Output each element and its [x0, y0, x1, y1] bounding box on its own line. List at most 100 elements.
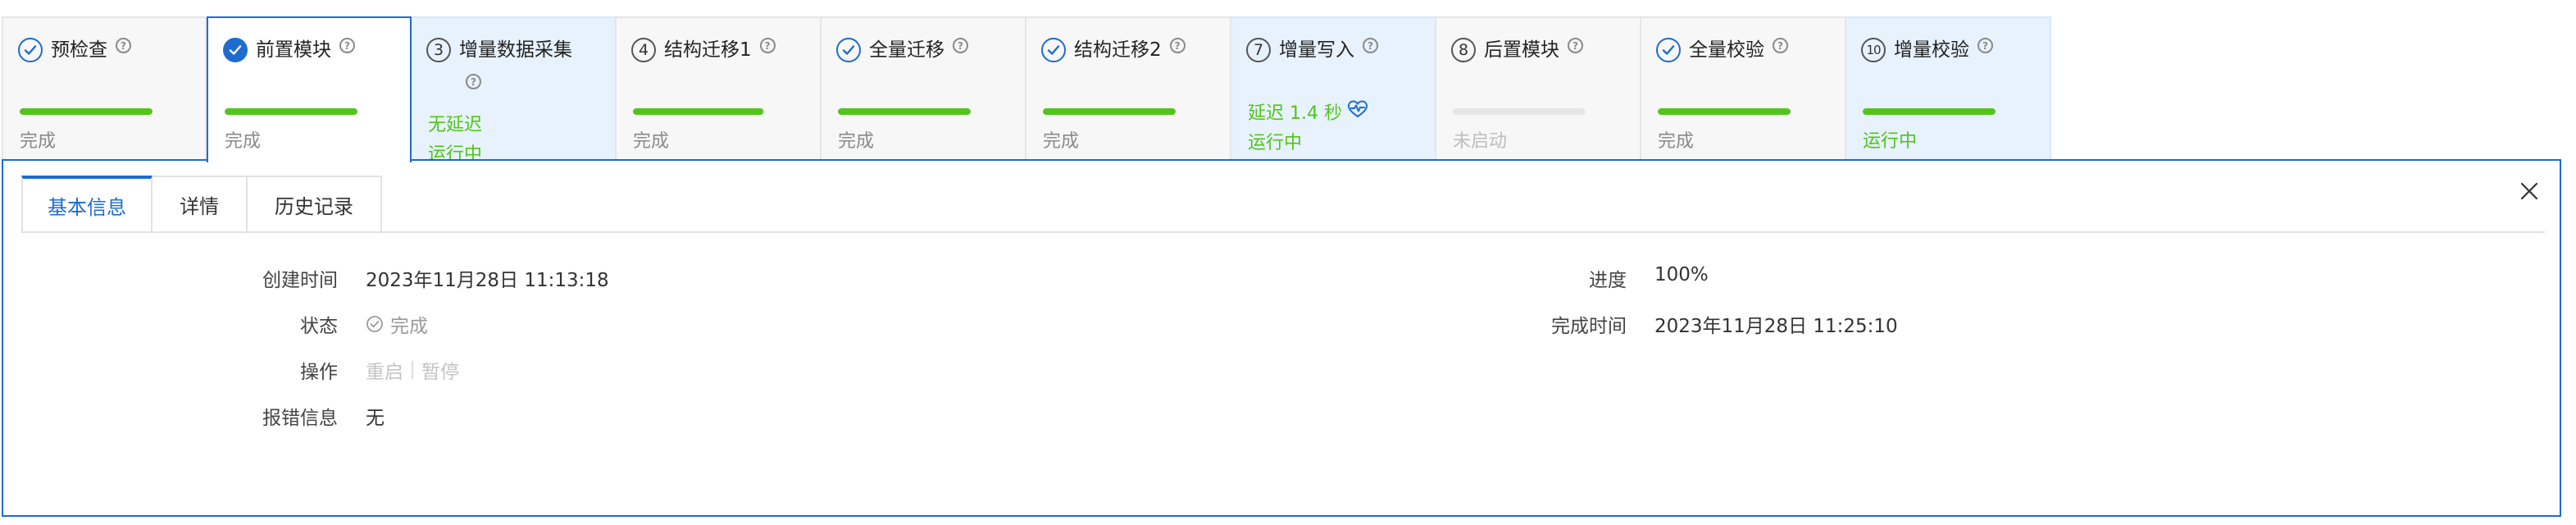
- step-number-badge: 3: [426, 38, 451, 62]
- check-circle-icon: [1656, 38, 1681, 62]
- status-label: 状态: [300, 316, 338, 337]
- step-title: 结构迁移1: [664, 39, 752, 61]
- step-number-badge: 10: [1861, 38, 1886, 62]
- step-title: 预检查: [51, 39, 107, 61]
- info-row-status: 状态 完成: [3, 310, 1233, 338]
- step-detail-panel: 基本信息 详情 历史记录 创建时间 2023年11月28日 11:13:18 状…: [2, 159, 2561, 517]
- step-pre-module[interactable]: 前置模块 ? 完成: [207, 16, 412, 162]
- error-info-value: 无: [366, 408, 385, 429]
- step-post-module[interactable]: 8 后置模块 ? 未启动: [1436, 16, 1641, 161]
- info-row-error: 报错信息 无: [3, 402, 1233, 429]
- operations-label: 操作: [300, 362, 338, 383]
- step-incremental-capture[interactable]: 3 增量数据采集 ? 无延迟 运行中: [412, 16, 617, 161]
- help-icon[interactable]: ?: [759, 38, 776, 53]
- step-number-badge: 7: [1246, 38, 1271, 62]
- step-progress-bar: [838, 108, 971, 115]
- step-header: 全量校验 ?: [1656, 38, 1836, 62]
- info-row-created: 创建时间 2023年11月28日 11:13:18: [3, 264, 1233, 291]
- step-schema-migration-2[interactable]: 结构迁移2 ? 完成: [1026, 16, 1231, 161]
- step-status: 完成: [1043, 131, 1080, 152]
- help-icon[interactable]: ?: [116, 38, 131, 53]
- step-progress-bar: [1863, 108, 1996, 115]
- step-status: 完成: [225, 131, 262, 152]
- step-precheck[interactable]: 预检查 ? 完成: [2, 16, 207, 161]
- step-progress-bar: [225, 108, 357, 115]
- step-header: 全量迁移 ?: [836, 38, 1017, 62]
- step-schema-migration-1[interactable]: 4 结构迁移1 ? 完成: [617, 16, 821, 161]
- step-header: 4 结构迁移1 ?: [631, 38, 812, 62]
- progress-value: 100%: [1654, 264, 1709, 285]
- progress-label: 进度: [1589, 270, 1627, 291]
- step-progress-bar: [20, 108, 152, 115]
- check-circle-icon: [1041, 38, 1066, 62]
- step-status: 完成: [633, 131, 670, 152]
- check-circle-icon: [18, 38, 43, 62]
- error-info-label: 报错信息: [262, 408, 338, 429]
- step-progress-bar: [1658, 108, 1791, 115]
- tab-basic-info[interactable]: 基本信息: [21, 176, 152, 233]
- step-title: 后置模块: [1484, 39, 1559, 61]
- tab-details[interactable]: 详情: [152, 176, 248, 233]
- heartbeat-icon: [1347, 99, 1368, 124]
- step-header: 3 增量数据采集: [426, 38, 607, 62]
- status-value: 完成: [366, 310, 428, 338]
- finished-time-value: 2023年11月28日 11:25:10: [1654, 316, 1898, 337]
- help-icon[interactable]: ?: [1568, 38, 1583, 53]
- check-circle-filled-icon: [223, 38, 248, 62]
- help-icon[interactable]: ?: [1978, 38, 1993, 53]
- operations-value: 重启 暂停: [366, 356, 459, 384]
- check-circle-small-icon: [366, 315, 384, 333]
- step-latency: 延迟 1.4 秒: [1248, 98, 1368, 125]
- step-title: 增量数据采集: [459, 39, 572, 61]
- step-incremental-write[interactable]: 7 增量写入 ? 延迟 1.4 秒 运行中: [1231, 16, 1436, 161]
- step-status: 未启动: [1453, 131, 1508, 152]
- created-time-label: 创建时间: [262, 270, 338, 291]
- step-title: 增量写入: [1279, 39, 1354, 61]
- step-status: 完成: [838, 131, 875, 152]
- step-status: 完成: [20, 131, 57, 152]
- step-header: 前置模块 ?: [223, 38, 403, 62]
- step-progress-bar: [633, 108, 766, 115]
- tab-divider: [21, 231, 2545, 233]
- step-progress-bar: [1453, 108, 1586, 115]
- step-sub-status: 运行中: [428, 144, 483, 161]
- step-header: 8 后置模块 ?: [1451, 38, 1632, 62]
- finished-time-label: 完成时间: [1551, 316, 1627, 337]
- tab-history[interactable]: 历史记录: [248, 176, 382, 233]
- info-row-finished: 完成时间 2023年11月28日 11:25:10: [1233, 310, 2463, 337]
- help-icon[interactable]: ?: [953, 38, 968, 53]
- help-icon[interactable]: ?: [1363, 38, 1378, 53]
- info-row-operations: 操作 重启 暂停: [3, 356, 1233, 384]
- step-header: 预检查 ?: [18, 38, 198, 62]
- pause-button[interactable]: 暂停: [421, 356, 459, 384]
- step-sub-status: 运行中: [1248, 133, 1303, 153]
- step-title: 全量校验: [1689, 39, 1764, 61]
- migration-steps: 预检查 ? 完成 前置模块 ? 完成 3 增量数据采集 ? 无延迟 运行中 4 …: [2, 16, 2051, 162]
- step-full-migration[interactable]: 全量迁移 ? 完成: [821, 16, 1026, 161]
- step-status: 运行中: [1863, 131, 1918, 152]
- help-icon[interactable]: ?: [466, 74, 481, 89]
- step-title: 结构迁移2: [1074, 39, 1162, 61]
- help-icon[interactable]: ?: [1169, 38, 1186, 53]
- help-icon[interactable]: ?: [1773, 38, 1788, 53]
- step-title: 前置模块: [256, 39, 331, 61]
- step-full-verification[interactable]: 全量校验 ? 完成: [1641, 16, 1846, 161]
- step-progress-bar: [1043, 108, 1176, 115]
- status-text: 完成: [390, 316, 428, 337]
- detail-tabs: 基本信息 详情 历史记录: [21, 176, 382, 233]
- step-number-badge: 8: [1451, 38, 1476, 62]
- step-title: 增量校验: [1894, 39, 1969, 61]
- step-header: 结构迁移2 ?: [1041, 38, 1222, 62]
- step-header: 10 增量校验 ?: [1861, 38, 2041, 62]
- latency-text: 延迟 1.4 秒: [1248, 103, 1342, 124]
- step-number-badge: 4: [631, 38, 656, 62]
- step-incremental-verification[interactable]: 10 增量校验 ? 运行中: [1846, 16, 2051, 161]
- help-icon[interactable]: ?: [339, 38, 355, 53]
- step-header: 7 增量写入 ?: [1246, 38, 1427, 62]
- step-title: 全量迁移: [869, 39, 944, 61]
- check-circle-icon: [836, 38, 861, 62]
- close-icon[interactable]: [2517, 179, 2542, 203]
- restart-button[interactable]: 重启: [366, 356, 403, 384]
- created-time-value: 2023年11月28日 11:13:18: [366, 270, 609, 291]
- ops-divider: [412, 361, 413, 379]
